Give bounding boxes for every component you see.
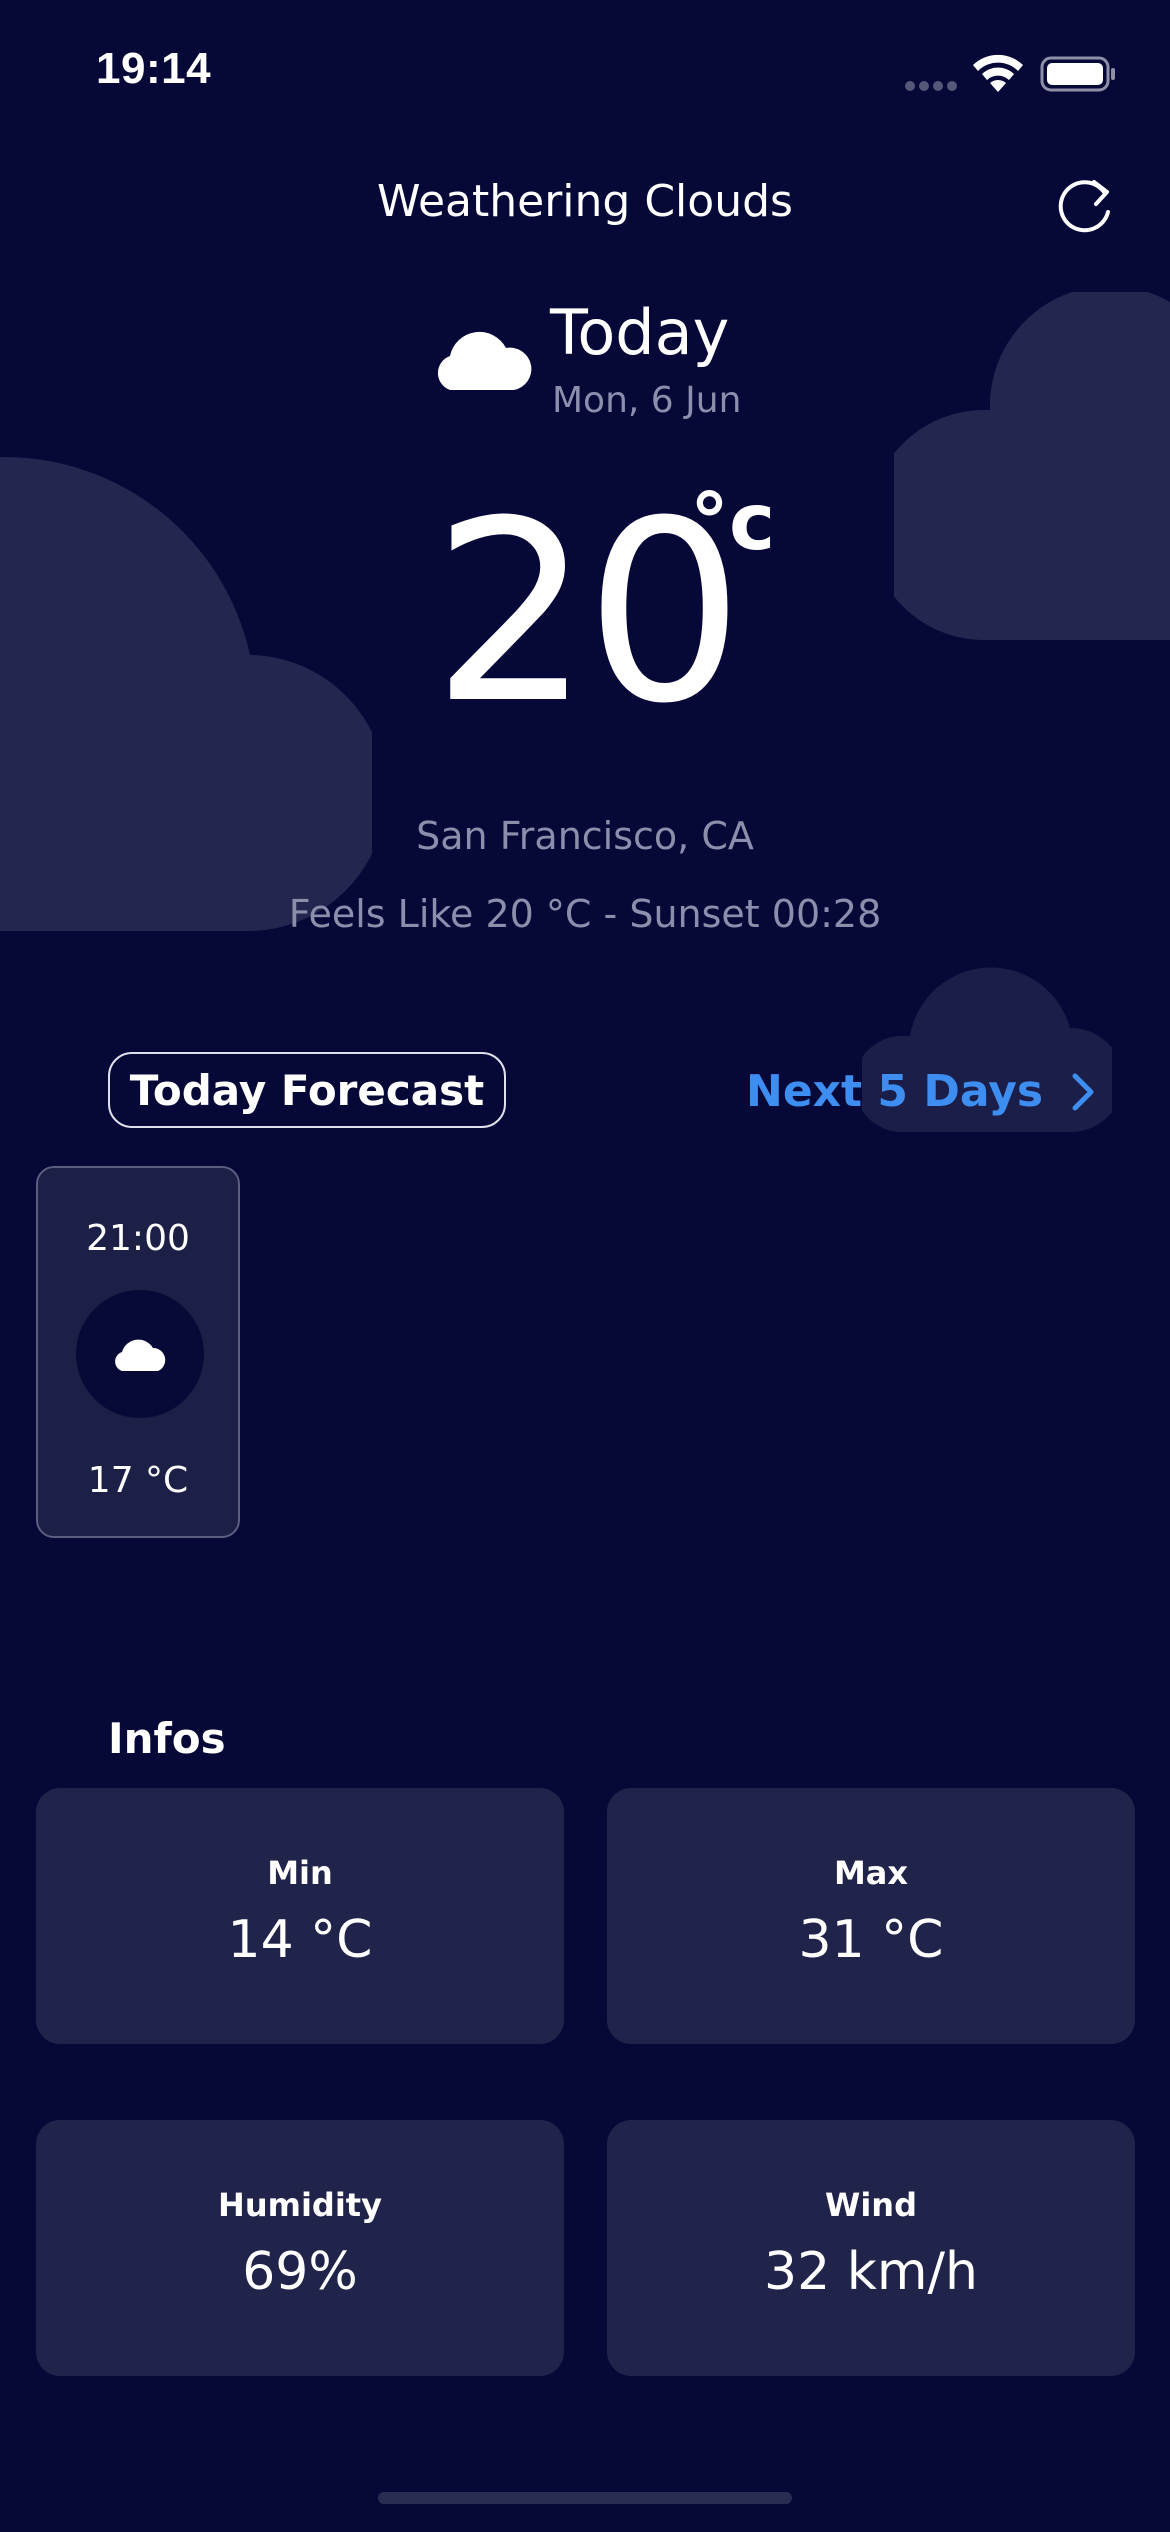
temperature-unit: °c xyxy=(690,478,776,568)
infos-title: Infos xyxy=(108,1714,226,1763)
home-indicator[interactable] xyxy=(378,2492,792,2504)
hour-temperature: 17 °C xyxy=(87,1460,189,1501)
info-card-min: Min 14 °C xyxy=(36,1788,564,2044)
feels-like-text: Feels Like 20 °C - Sunset 00:28 xyxy=(288,892,882,936)
hour-icon-badge xyxy=(76,1290,204,1418)
app-title: Weathering Clouds xyxy=(377,176,793,227)
wifi-icon xyxy=(973,54,1023,92)
info-label: Min xyxy=(267,1854,333,1892)
hour-time: 21:00 xyxy=(86,1218,190,1259)
battery-icon xyxy=(1040,56,1115,92)
cloud-icon xyxy=(115,1339,166,1371)
signal-dots-icon xyxy=(905,81,957,91)
info-card-humidity: Humidity 69% xyxy=(36,2120,564,2376)
info-label: Max xyxy=(833,1854,909,1892)
today-date: Mon, 6 Jun xyxy=(552,380,742,421)
weather-screen: 19:14 Weathering Clouds Today Mon, 6 Jun… xyxy=(0,0,1170,2532)
tab-today-forecast[interactable]: Today Forecast xyxy=(108,1052,506,1128)
info-value: 14 °C xyxy=(227,1910,373,1970)
next-5-days-label: Next 5 Days xyxy=(746,1066,1044,1117)
info-value: 31 °C xyxy=(798,1910,944,1970)
next-5-days-link[interactable]: Next 5 Days xyxy=(746,1066,1097,1117)
info-card-max: Max 31 °C xyxy=(607,1788,1135,2044)
info-card-wind: Wind 32 km/h xyxy=(607,2120,1135,2376)
refresh-icon xyxy=(1058,180,1110,233)
info-value: 69% xyxy=(242,2242,358,2302)
refresh-button[interactable] xyxy=(1052,172,1118,238)
chevron-right-icon xyxy=(1072,1073,1094,1110)
location-label: San Francisco, CA xyxy=(416,814,754,858)
cloud-icon xyxy=(437,331,532,390)
status-bar-time: 19:14 xyxy=(96,44,212,93)
current-temperature: 20 xyxy=(431,467,744,758)
info-label: Humidity xyxy=(218,2186,382,2224)
today-label: Today xyxy=(550,296,730,369)
info-label: Wind xyxy=(825,2186,917,2224)
info-value: 32 km/h xyxy=(764,2242,978,2302)
hourly-forecast-card[interactable]: 21:00 17 °C xyxy=(36,1166,240,1538)
